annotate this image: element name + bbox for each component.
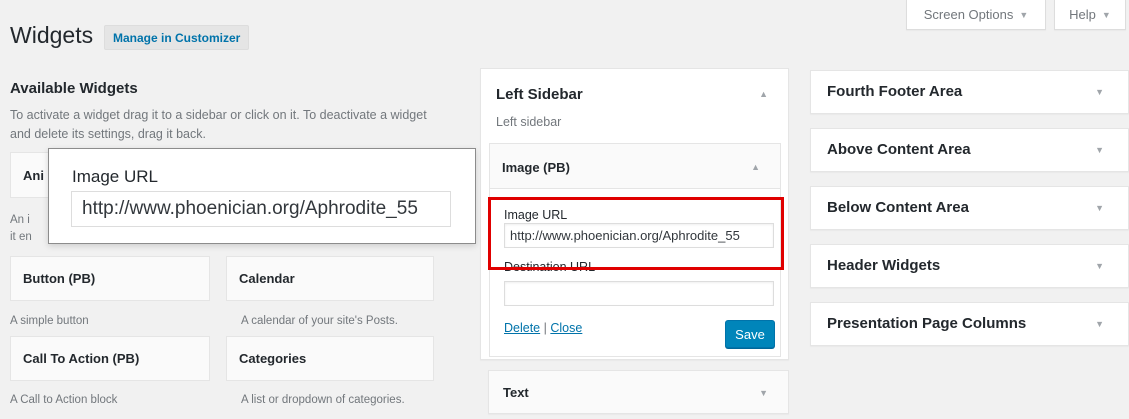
- zoom-image-url-label: Image URL: [72, 167, 158, 186]
- widget-item-description: A simple button: [10, 315, 89, 327]
- help-button[interactable]: Help ▼: [1054, 0, 1126, 30]
- chevron-up-icon[interactable]: ▲: [759, 89, 768, 99]
- left-sidebar-title: Left Sidebar: [496, 86, 583, 103]
- widget-desc-partial-1: An i: [10, 214, 30, 226]
- widget-item-categories[interactable]: Categories: [226, 336, 434, 381]
- available-widgets-title: Available Widgets: [10, 80, 138, 97]
- chevron-up-icon[interactable]: ▲: [751, 162, 760, 172]
- chevron-down-icon[interactable]: ▼: [1095, 87, 1104, 97]
- widget-item-description: A list or dropdown of categories.: [241, 394, 405, 406]
- widget-item-description: A calendar of your site's Posts.: [241, 315, 398, 327]
- text-widget[interactable]: Text ▼: [488, 370, 789, 414]
- widget-item-title: Categories: [239, 351, 307, 366]
- widget-item-title: Calendar: [239, 271, 295, 286]
- chevron-down-icon[interactable]: ▼: [1095, 145, 1104, 155]
- zoom-callout: Image URL http://www.phoenician.org/Aphr…: [48, 148, 476, 244]
- delete-link[interactable]: Delete: [504, 321, 540, 335]
- area-title: Below Content Area: [827, 199, 969, 216]
- manage-in-customizer-button[interactable]: Manage in Customizer: [104, 25, 250, 50]
- area-above-content[interactable]: Above Content Area ▼: [810, 128, 1129, 172]
- widget-item-title: Call To Action (PB): [23, 351, 140, 366]
- area-header-widgets[interactable]: Header Widgets ▼: [810, 244, 1129, 288]
- screen-options-button[interactable]: Screen Options ▼: [906, 0, 1046, 30]
- widget-item-title: Button (PB): [23, 271, 96, 286]
- widget-item-description: A Call to Action block: [10, 394, 118, 406]
- chevron-down-icon: ▼: [1019, 9, 1029, 20]
- screen-options-label: Screen Options: [923, 7, 1014, 22]
- image-widget-title: Image (PB): [502, 160, 570, 175]
- area-title: Header Widgets: [827, 257, 941, 274]
- chevron-down-icon[interactable]: ▼: [1095, 261, 1104, 271]
- link-separator: |: [543, 321, 547, 335]
- widget-item-button-pb[interactable]: Button (PB): [10, 256, 210, 301]
- available-widgets-description: To activate a widget drag it to a sideba…: [10, 108, 427, 141]
- chevron-down-icon[interactable]: ▼: [1095, 203, 1104, 213]
- text-widget-title: Text: [503, 385, 529, 400]
- help-label: Help: [1069, 7, 1096, 22]
- close-link[interactable]: Close: [550, 321, 582, 335]
- image-widget-header[interactable]: Image (PB) ▲: [490, 144, 780, 189]
- chevron-down-icon[interactable]: ▼: [759, 388, 768, 398]
- widget-control-links: Delete | Close: [504, 321, 582, 335]
- widget-desc-partial-2: it en: [10, 231, 32, 243]
- area-presentation-page-columns[interactable]: Presentation Page Columns ▼: [810, 302, 1129, 346]
- widget-item-title: Ani: [23, 167, 44, 183]
- widget-item-call-to-action[interactable]: Call To Action (PB): [10, 336, 210, 381]
- chevron-down-icon[interactable]: ▼: [1095, 319, 1104, 329]
- highlight-box: [488, 197, 784, 270]
- page-title: Widgets: [10, 22, 94, 48]
- zoom-image-url-field: http://www.phoenician.org/Aphrodite_55: [71, 191, 451, 227]
- area-title: Fourth Footer Area: [827, 83, 963, 100]
- chevron-down-icon: ▼: [1101, 9, 1111, 20]
- area-title: Presentation Page Columns: [827, 315, 1027, 332]
- area-below-content[interactable]: Below Content Area ▼: [810, 186, 1129, 230]
- left-sidebar-description: Left sidebar: [496, 115, 562, 129]
- area-title: Above Content Area: [827, 141, 971, 158]
- widget-item-calendar[interactable]: Calendar: [226, 256, 434, 301]
- area-fourth-footer[interactable]: Fourth Footer Area ▼: [810, 70, 1129, 114]
- destination-url-input[interactable]: [504, 281, 774, 306]
- save-button[interactable]: Save: [725, 320, 775, 348]
